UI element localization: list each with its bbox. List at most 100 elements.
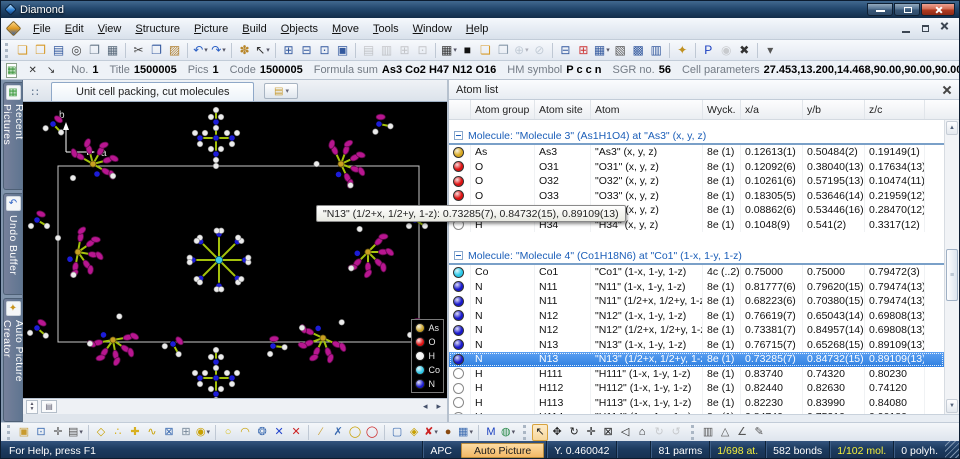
- print-preview-button[interactable]: ❐: [86, 41, 103, 59]
- atom-row[interactable]: OO32"O32" (x, y, z)8e (1)0.10261(6)0.571…: [449, 174, 944, 189]
- zoom-window-button[interactable]: ⊠: [600, 424, 616, 441]
- powder-pattern-button[interactable]: P: [700, 41, 717, 59]
- atom-row-selected[interactable]: NN13"N13" (1/2+x, 1/2+y, 1-z)8e (1)0.732…: [449, 352, 944, 367]
- collapse-icon[interactable]: [454, 131, 463, 140]
- redo-button[interactable]: ↷▾: [210, 41, 227, 59]
- column-header-atom[interactable]: Atom: [591, 100, 703, 119]
- pointer-mode-button[interactable]: ↖: [532, 424, 548, 441]
- scene-tools-button[interactable]: ✛: [50, 424, 66, 441]
- update-picture-button[interactable]: ⊘: [531, 41, 548, 59]
- menu-structure[interactable]: Structure: [128, 20, 187, 38]
- break-bond-button[interactable]: ✗: [330, 424, 346, 441]
- mdi-restore-button[interactable]: [917, 22, 934, 36]
- spin-mode-button[interactable]: ↻: [651, 424, 667, 441]
- add-atoms-button[interactable]: ∴: [110, 424, 126, 441]
- scroll-down-icon[interactable]: ▼: [946, 399, 958, 413]
- unit-cell-box-button[interactable]: ▢: [389, 424, 405, 441]
- window-tile-button[interactable]: ⊟: [298, 41, 315, 59]
- propagate-button[interactable]: ⊕▾: [513, 41, 530, 59]
- picture-frame-button[interactable]: ▣: [16, 424, 32, 441]
- globe-view-button[interactable]: ◍▾: [500, 424, 516, 441]
- column-header-y-b[interactable]: y/b: [803, 100, 865, 119]
- menu-build[interactable]: Build: [235, 20, 273, 38]
- app-menu-icon[interactable]: [6, 21, 22, 37]
- cut-button[interactable]: ✂: [130, 41, 147, 59]
- toolbar-options-button[interactable]: ▾: [762, 41, 779, 59]
- delete-outside-button[interactable]: ✘▾: [423, 424, 439, 441]
- video-scene-button[interactable]: ⊡: [33, 424, 49, 441]
- pan-button[interactable]: ✽: [236, 41, 253, 59]
- create-bond-button[interactable]: ∕: [313, 424, 329, 441]
- atom-row[interactable]: NN13"N13" (1-x, 1-y, 1-z)8e (1)0.76715(7…: [449, 338, 944, 353]
- pattern-box-button[interactable]: ▦▾: [457, 424, 474, 441]
- diagram-powder-button[interactable]: ▩: [630, 41, 647, 59]
- angle-view-button[interactable]: ◁: [617, 424, 633, 441]
- atom-table-scrollbar[interactable]: ▲ ≡ ▼: [944, 120, 959, 414]
- structure-canvas[interactable]: ba AsOHCoN: [23, 102, 447, 398]
- picture-tab[interactable]: Unit cell packing, cut molecules: [51, 82, 254, 101]
- menu-file[interactable]: File: [26, 20, 58, 38]
- paste-button[interactable]: ▨: [166, 41, 183, 59]
- menu-objects[interactable]: Objects: [274, 20, 325, 38]
- atom-row[interactable]: HH114"H114" (1-x, 1-y, 1-z)8e (1)0.84740…: [449, 410, 944, 414]
- fill-cell-button[interactable]: ◈: [406, 424, 422, 441]
- measure-pen-button[interactable]: ✎: [751, 424, 767, 441]
- close-structure-icon[interactable]: ✕: [23, 65, 41, 76]
- resize-grip[interactable]: [945, 441, 959, 459]
- picture-save-button[interactable]: ▤: [360, 41, 377, 59]
- scroll-right-icon[interactable]: ▸: [433, 401, 444, 412]
- collapse-icon[interactable]: [454, 251, 463, 260]
- mdi-close-button[interactable]: [936, 22, 953, 36]
- connect-atom-button[interactable]: ∿: [144, 424, 160, 441]
- reset-view-button[interactable]: ⌂: [634, 424, 650, 441]
- window-cascade-button[interactable]: ⊞: [280, 41, 297, 59]
- column-header-atom-group[interactable]: Atom group: [471, 100, 535, 119]
- measure-mode-button[interactable]: M: [483, 424, 499, 441]
- remove-atoms-blue-button[interactable]: ✕: [271, 424, 287, 441]
- undo-button[interactable]: ↶▾: [192, 41, 209, 59]
- camera-button[interactable]: ◉: [718, 41, 735, 59]
- properties-view-button[interactable]: ⊞: [575, 41, 592, 59]
- build-net-button[interactable]: ⊠: [161, 424, 177, 441]
- hexagon-ring-button[interactable]: ○: [220, 424, 236, 441]
- measure-distance-button[interactable]: ▥: [700, 424, 716, 441]
- atom-row[interactable]: NN11"N11" (1/2+x, 1/2+y, 1-z)8e (1)0.682…: [449, 294, 944, 309]
- new-picture-button[interactable]: ❏: [477, 41, 494, 59]
- frame-spinner[interactable]: ▲▼: [26, 400, 38, 414]
- video-recorder-button[interactable]: ✖: [736, 41, 753, 59]
- build-group-button[interactable]: ⊞: [178, 424, 194, 441]
- menu-window[interactable]: Window: [406, 20, 459, 38]
- measure-angle-button[interactable]: ∠: [734, 424, 750, 441]
- diagram-distances-button[interactable]: ▧: [612, 41, 629, 59]
- mdi-minimize-button[interactable]: [898, 22, 915, 36]
- measure-plane-button[interactable]: △: [717, 424, 733, 441]
- picture-dropdown-button[interactable]: ▤ ▾: [264, 83, 298, 99]
- move-all-button[interactable]: ✥: [549, 424, 565, 441]
- sidebar-tab-recent-pictures[interactable]: ▦Recent Pictures: [3, 82, 22, 190]
- atom-row[interactable]: OO31"O31" (x, y, z)8e (1)0.12092(6)0.380…: [449, 160, 944, 175]
- fill-sphere-button[interactable]: ◉▾: [195, 424, 211, 441]
- copy-button[interactable]: ❐: [148, 41, 165, 59]
- tab-grid-button[interactable]: ∷: [25, 84, 45, 101]
- minimize-button[interactable]: [867, 3, 893, 16]
- polyhedron-button[interactable]: ◇: [93, 424, 109, 441]
- menu-move[interactable]: Move: [325, 20, 366, 38]
- atom-list-close-icon[interactable]: [942, 85, 952, 95]
- goto-structure-icon[interactable]: ↘: [42, 65, 60, 76]
- data-table-button[interactable]: ▦▾: [593, 41, 611, 59]
- ellipsoid-yellow-button[interactable]: ◯: [347, 424, 363, 441]
- wizard-button[interactable]: ✦: [674, 41, 691, 59]
- atom-row[interactable]: NN11"N11" (1-x, 1-y, 1-z)8e (1)0.81777(6…: [449, 280, 944, 295]
- print-button[interactable]: ▦: [104, 41, 121, 59]
- data-grid-button[interactable]: ▥: [648, 41, 665, 59]
- window-new-button[interactable]: ▣: [334, 41, 351, 59]
- remove-atoms-red-button[interactable]: ✕: [288, 424, 304, 441]
- rotate-mode-button[interactable]: ↻: [566, 424, 582, 441]
- status-auto-picture[interactable]: Auto Picture: [461, 443, 544, 458]
- insert-atom-button[interactable]: ✚: [127, 424, 143, 441]
- layout-a-button[interactable]: ⊞: [396, 41, 413, 59]
- find-button[interactable]: ◎: [68, 41, 85, 59]
- menu-picture[interactable]: Picture: [187, 20, 235, 38]
- menu-help[interactable]: Help: [459, 20, 496, 38]
- atom-row[interactable]: NN12"N12" (1/2+x, 1/2+y, 1-z)8e (1)0.733…: [449, 323, 944, 338]
